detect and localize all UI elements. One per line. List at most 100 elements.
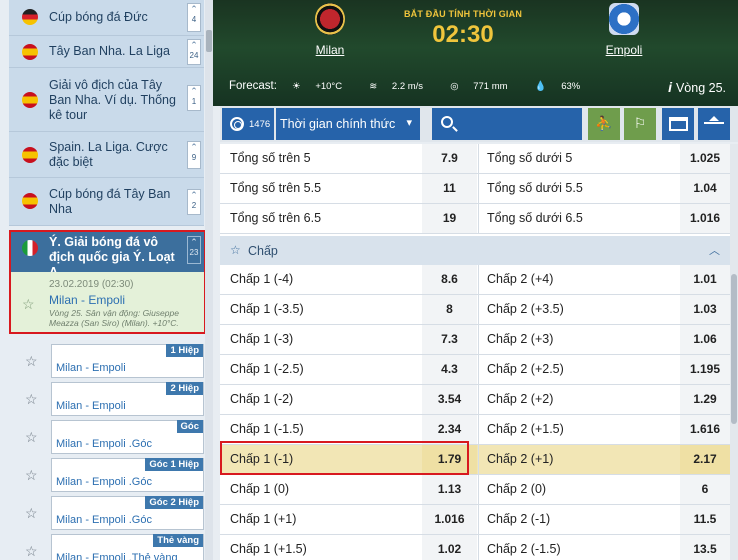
odds-row: Chấp 1 (0) 1.13 Chấp 2 (0) 6 xyxy=(220,475,730,505)
humidity-icon: 💧 xyxy=(534,81,547,92)
league-item-germany-cup[interactable]: Cúp bóng đá Đức 4 xyxy=(9,0,204,36)
odds-value[interactable]: 11.5 xyxy=(680,505,730,534)
league-item-la-liga-specials[interactable]: Spain. La Liga. Cược đặc biệt 9 xyxy=(9,132,204,178)
market-card[interactable]: Góc Milan - Empoli .Góc xyxy=(51,420,204,454)
favorite-star-icon[interactable]: ☆ xyxy=(25,429,38,446)
chevron-up-icon[interactable]: ︿ xyxy=(709,242,720,258)
period-select[interactable]: Thời gian chính thức ▾ xyxy=(276,108,420,140)
away-team[interactable]: Empoli xyxy=(589,3,659,57)
odds-value[interactable]: 2.17 xyxy=(680,445,730,474)
outcome-label: Chấp 2 (-1.5) xyxy=(487,542,561,556)
odds-value[interactable]: 6 xyxy=(680,475,730,504)
favorite-star-icon[interactable]: ☆ xyxy=(25,353,38,370)
odds-value[interactable]: 4.3 xyxy=(422,355,477,384)
market-row[interactable]: ☆ Thẻ vàng Milan - Empoli .Thẻ vàng xyxy=(9,533,204,560)
league-item-spain-tour-stats[interactable]: Giải vô địch của Tây Ban Nha. Ví dụ. Thố… xyxy=(9,68,204,132)
collapse-button[interactable] xyxy=(698,108,730,140)
league-count-badge[interactable]: 24 xyxy=(187,39,201,65)
odds-value[interactable]: 7.9 xyxy=(422,144,477,173)
home-team-name[interactable]: Milan xyxy=(295,43,365,57)
search-icon xyxy=(441,116,453,128)
field-view-button[interactable]: ⛹ xyxy=(588,108,620,140)
market-title-link[interactable]: Milan - Empoli .Góc xyxy=(56,438,152,450)
league-name: Cúp bóng đá Tây Ban Nha xyxy=(49,187,171,216)
market-card[interactable]: 2 Hiệp Milan - Empoli xyxy=(51,382,204,416)
market-card[interactable]: Thẻ vàng Milan - Empoli .Thẻ vàng xyxy=(51,534,204,560)
market-row[interactable]: ☆ 1 Hiệp Milan - Empoli xyxy=(9,343,204,381)
odds-scrollbar[interactable] xyxy=(730,144,738,560)
betting-page: Cúp bóng đá Đức 4 Tây Ban Nha. La Liga 2… xyxy=(0,0,738,560)
home-team[interactable]: Milan xyxy=(295,3,365,57)
empoli-crest-icon xyxy=(609,3,639,35)
favorite-star-icon[interactable]: ☆ xyxy=(25,467,38,484)
odds-value[interactable]: 19 xyxy=(422,204,477,233)
odds-value[interactable]: 1.03 xyxy=(680,295,730,324)
search-button[interactable] xyxy=(432,108,582,140)
market-title-link[interactable]: Milan - Empoli xyxy=(56,362,126,374)
humidity: 63% xyxy=(561,81,581,92)
odds-value[interactable]: 1.025 xyxy=(680,144,730,173)
round-info: i Vòng 25. xyxy=(668,79,726,95)
odds-value[interactable]: 1.195 xyxy=(680,355,730,384)
spain-flag-icon xyxy=(22,147,38,163)
odds-value[interactable]: 1.616 xyxy=(680,415,730,444)
favorite-star-icon[interactable]: ☆ xyxy=(25,505,38,522)
odds-value[interactable]: 11 xyxy=(422,174,477,203)
market-row[interactable]: ☆ Góc 1 Hiệp Milan - Empoli .Góc xyxy=(9,457,204,495)
odds-value[interactable]: 1.02 xyxy=(422,535,477,560)
outcome-label: Tổng số dưới 5 xyxy=(487,151,573,165)
sidebar-scroll-thumb[interactable] xyxy=(206,30,212,52)
league-item-la-liga[interactable]: Tây Ban Nha. La Liga 24 xyxy=(9,36,204,68)
market-title-link[interactable]: Milan - Empoli .Góc xyxy=(56,476,152,488)
match-header: Milan BẮT ĐẦU TÍNH THỜI GIAN 02:30 Empol… xyxy=(213,0,738,106)
market-tag: Thẻ vàng xyxy=(153,534,203,547)
odds-value[interactable]: 1.04 xyxy=(680,174,730,203)
market-card[interactable]: Góc 1 Hiệp Milan - Empoli .Góc xyxy=(51,458,204,492)
wind-speed: 2.2 m/s xyxy=(391,81,424,92)
league-item-spain-cup[interactable]: Cúp bóng đá Tây Ban Nha 2 xyxy=(9,178,204,226)
outcome-label: Tổng số trên 5 xyxy=(230,151,311,165)
market-title-link[interactable]: Milan - Empoli .Góc xyxy=(56,514,152,526)
odds-value[interactable]: 2.34 xyxy=(422,415,477,444)
odds-value[interactable]: 1.29 xyxy=(680,385,730,414)
odds-value[interactable]: 1.016 xyxy=(422,505,477,534)
favorite-star-icon[interactable]: ☆ xyxy=(25,391,38,408)
screen-view-button[interactable] xyxy=(662,108,694,140)
sidebar-scrollbar[interactable] xyxy=(205,0,213,560)
forecast-label: Forecast: xyxy=(229,80,277,92)
market-card[interactable]: 1 Hiệp Milan - Empoli xyxy=(51,344,204,378)
odds-value[interactable]: 13.5 xyxy=(680,535,730,560)
handicap-section-header[interactable]: ☆ Chấp ︿ xyxy=(220,236,730,265)
odds-value[interactable]: 1.13 xyxy=(422,475,477,504)
league-count-badge[interactable]: 2 xyxy=(187,189,201,215)
odds-value[interactable]: 8.6 xyxy=(422,265,477,294)
favorite-star-icon[interactable]: ☆ xyxy=(25,543,38,560)
market-row[interactable]: ☆ 2 Hiệp Milan - Empoli xyxy=(9,381,204,419)
favorite-star-icon[interactable]: ☆ xyxy=(230,243,241,257)
odds-row: Chấp 1 (+1) 1.016 Chấp 2 (-1) 11.5 xyxy=(220,505,730,535)
chart-icon: ⚐ xyxy=(633,115,647,131)
odds-value[interactable]: 8 xyxy=(422,295,477,324)
info-icon[interactable]: i xyxy=(668,79,672,95)
market-count-button[interactable]: 1476 xyxy=(222,108,274,140)
odds-value[interactable]: 3.54 xyxy=(422,385,477,414)
odds-scroll-thumb[interactable] xyxy=(731,274,737,424)
odds-value[interactable]: 1.01 xyxy=(680,265,730,294)
market-title-link[interactable]: Milan - Empoli .Thẻ vàng xyxy=(56,552,178,560)
stats-button[interactable]: ⚐ xyxy=(624,108,656,140)
league-count-badge[interactable]: 1 xyxy=(187,85,201,111)
away-team-name[interactable]: Empoli xyxy=(589,43,659,57)
outcome-label: Tổng số dưới 6.5 xyxy=(487,211,583,225)
market-card[interactable]: Góc 2 Hiệp Milan - Empoli .Góc xyxy=(51,496,204,530)
market-tag: 2 Hiệp xyxy=(166,382,203,395)
market-title-link[interactable]: Milan - Empoli xyxy=(56,400,126,412)
market-row[interactable]: ☆ Góc 2 Hiệp Milan - Empoli .Góc xyxy=(9,495,204,533)
outcome-label: Tổng số trên 6.5 xyxy=(230,211,322,225)
league-count-badge[interactable]: 9 xyxy=(187,141,201,169)
odds-row: Chấp 1 (+1.5) 1.02 Chấp 2 (-1.5) 13.5 xyxy=(220,535,730,560)
odds-value[interactable]: 1.06 xyxy=(680,325,730,354)
odds-value[interactable]: 1.016 xyxy=(680,204,730,233)
league-count-badge[interactable]: 4 xyxy=(187,3,201,32)
market-row[interactable]: ☆ Góc Milan - Empoli .Góc xyxy=(9,419,204,457)
odds-value[interactable]: 7.3 xyxy=(422,325,477,354)
